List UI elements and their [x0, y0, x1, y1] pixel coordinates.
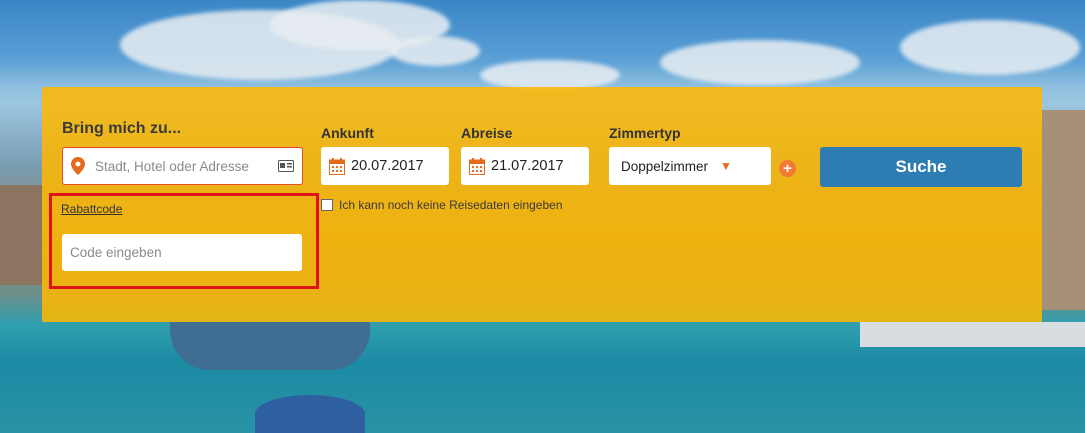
room-type-label: Zimmertyp: [609, 125, 681, 141]
departure-label: Abreise: [461, 125, 513, 141]
destination-input[interactable]: Stadt, Hotel oder Adresse: [95, 159, 278, 174]
location-pin-icon: [71, 157, 85, 175]
no-dates-label: Ich kann noch keine Reisedaten eingeben: [339, 198, 563, 212]
contact-card-icon: [278, 160, 294, 172]
room-type-value: Doppelzimmer: [621, 158, 709, 174]
no-dates-checkbox-row[interactable]: Ich kann noch keine Reisedaten eingeben: [321, 198, 563, 212]
search-button[interactable]: Suche: [820, 147, 1022, 187]
arrival-label: Ankunft: [321, 125, 374, 141]
arrival-date-value: 20.07.2017: [351, 158, 424, 174]
plus-circle-icon[interactable]: +: [779, 160, 796, 177]
no-dates-checkbox[interactable]: [321, 199, 333, 211]
destination-field[interactable]: Stadt, Hotel oder Adresse: [62, 147, 303, 185]
departure-date-value: 21.07.2017: [491, 158, 564, 174]
departure-date-field[interactable]: 21.07.2017: [461, 147, 589, 185]
destination-title: Bring mich zu...: [62, 120, 182, 137]
promo-highlight-box: [49, 193, 319, 289]
chevron-down-icon: ▼: [720, 159, 732, 173]
calendar-icon: [329, 157, 345, 175]
calendar-icon: [469, 157, 485, 175]
room-type-select[interactable]: Doppelzimmer ▼: [609, 147, 771, 185]
arrival-date-field[interactable]: 20.07.2017: [321, 147, 449, 185]
